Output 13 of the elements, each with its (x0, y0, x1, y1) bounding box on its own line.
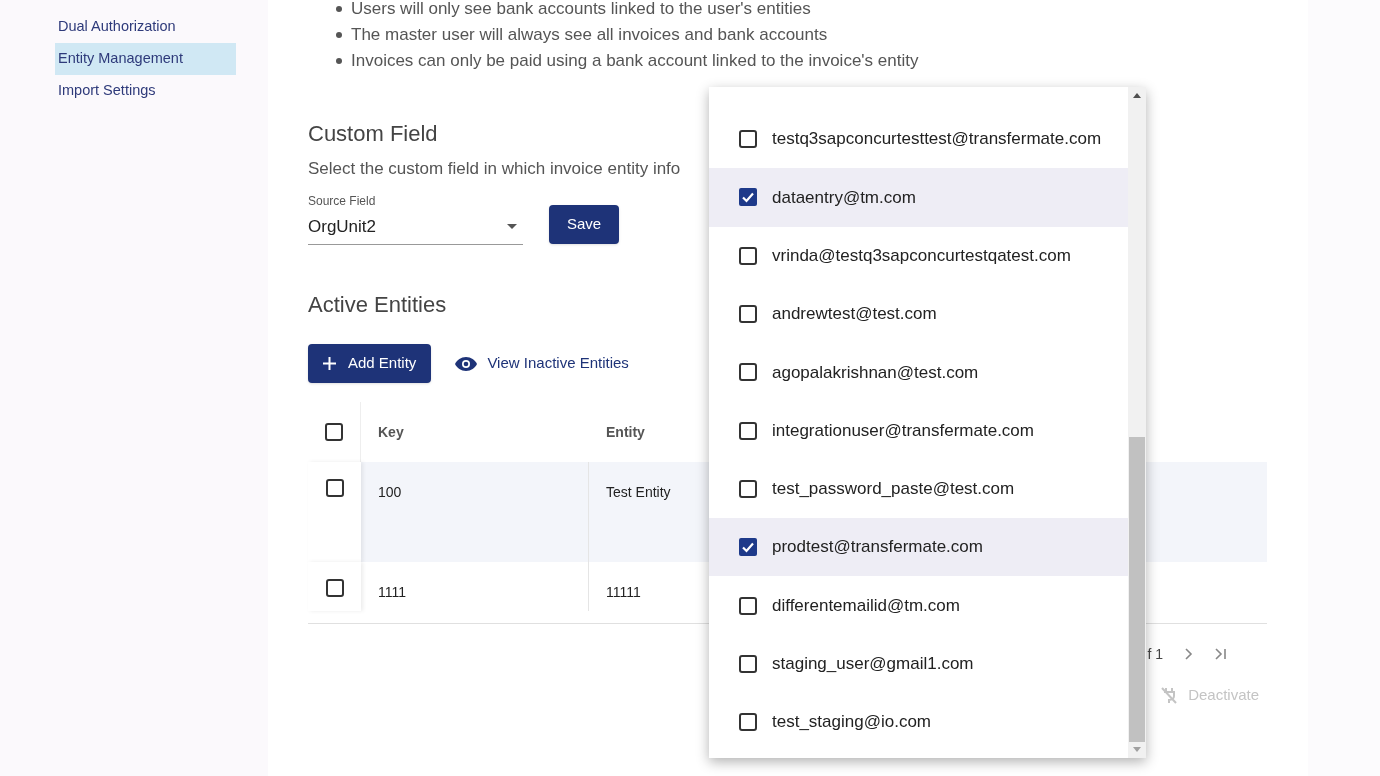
page-count-text: f 1 (1147, 644, 1163, 664)
table-cell: Test Entity (606, 484, 671, 500)
note-text: Invoices can only be paid using a bank account linked to the invoice's entity (351, 50, 919, 73)
description-text: Select the custom field in which invoice entity info (308, 158, 681, 180)
table-cell: 1111 (378, 584, 407, 600)
column-header: Key (378, 422, 404, 442)
note-text: Users will only see bank accounts linked to the user's entities (351, 0, 811, 21)
note-text: The master user will always see all invoices and bank accounts (351, 24, 828, 47)
section-title: Custom Field (308, 120, 438, 148)
table-cell: 100 (378, 484, 402, 500)
column-header: Entity (606, 422, 645, 442)
section-title: Active Entities (308, 291, 447, 319)
table-cell: 11111 (606, 584, 641, 600)
